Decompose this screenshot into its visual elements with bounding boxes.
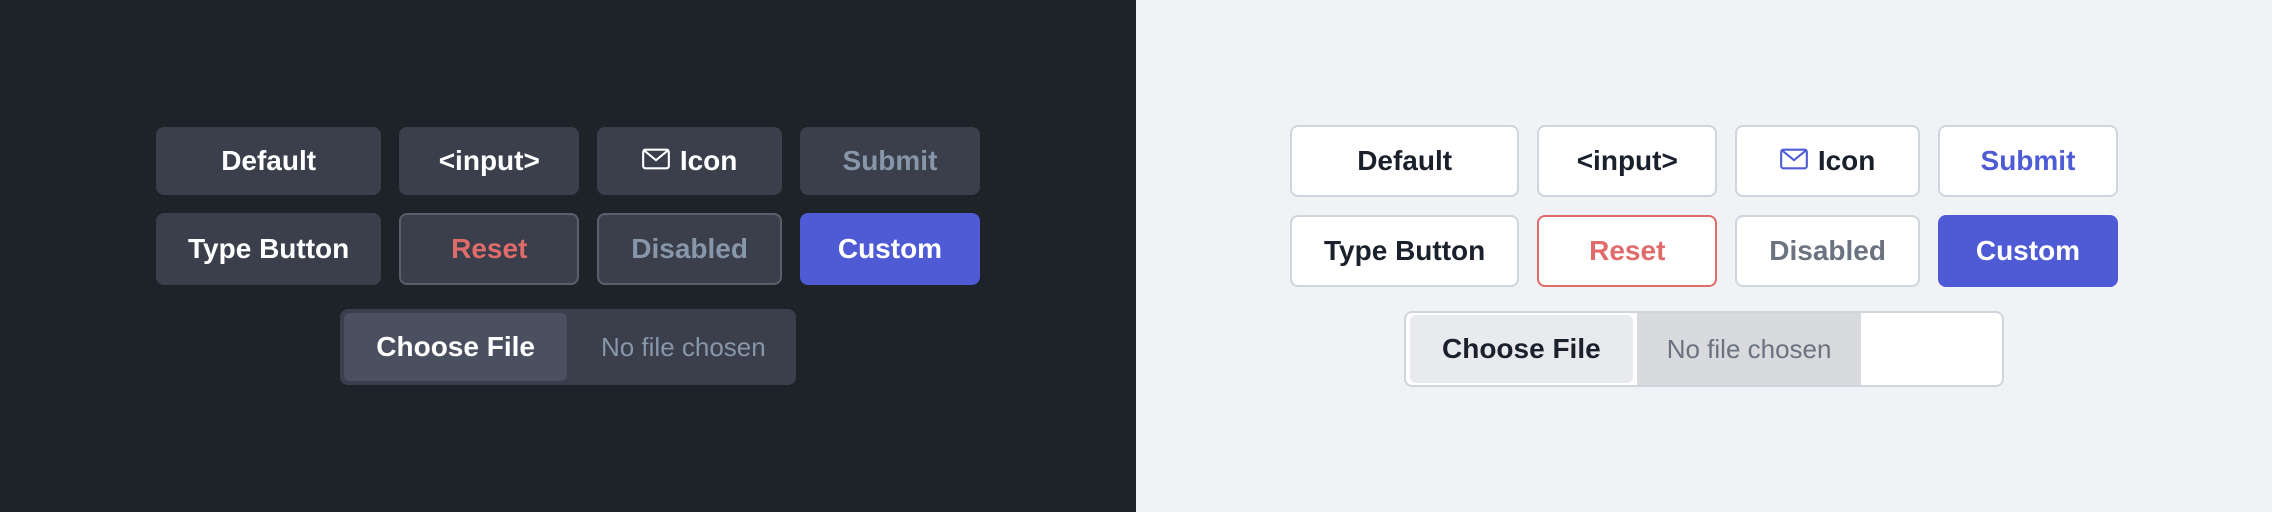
dark-choose-file-label: Choose File bbox=[376, 331, 535, 362]
light-no-file-text: No file chosen bbox=[1637, 313, 1862, 385]
light-default-button[interactable]: Default bbox=[1290, 125, 1519, 197]
dark-default-label: Default bbox=[221, 145, 316, 177]
dark-button-grid: Default <input> Icon Submit Type Button … bbox=[156, 127, 980, 285]
dark-no-file-text: No file chosen bbox=[571, 332, 796, 363]
dark-icon-button[interactable]: Icon bbox=[597, 127, 782, 195]
dark-custom-label: Custom bbox=[838, 233, 942, 265]
envelope-icon-light bbox=[1780, 145, 1808, 177]
dark-type-button-label: Type Button bbox=[188, 233, 349, 265]
light-disabled-label: Disabled bbox=[1769, 235, 1886, 267]
light-default-label: Default bbox=[1357, 145, 1452, 177]
light-reset-button[interactable]: Reset bbox=[1537, 215, 1717, 287]
dark-panel: Default <input> Icon Submit Type Button … bbox=[0, 0, 1136, 512]
dark-input-label: <input> bbox=[439, 145, 540, 177]
light-custom-button[interactable]: Custom bbox=[1938, 215, 2118, 287]
dark-default-button[interactable]: Default bbox=[156, 127, 381, 195]
light-choose-file-button[interactable]: Choose File bbox=[1410, 315, 1633, 383]
dark-choose-file-button[interactable]: Choose File bbox=[344, 313, 567, 381]
light-type-button-label: Type Button bbox=[1324, 235, 1485, 267]
dark-reset-label: Reset bbox=[451, 233, 527, 265]
light-icon-button[interactable]: Icon bbox=[1735, 125, 1920, 197]
light-input-button[interactable]: <input> bbox=[1537, 125, 1717, 197]
dark-disabled-label: Disabled bbox=[631, 233, 748, 265]
light-submit-label: Submit bbox=[1981, 145, 2076, 177]
light-disabled-button[interactable]: Disabled bbox=[1735, 215, 1920, 287]
dark-custom-button[interactable]: Custom bbox=[800, 213, 980, 285]
light-file-input: Choose File No file chosen bbox=[1404, 311, 2004, 387]
light-button-grid: Default <input> Icon Submit Type Button … bbox=[1290, 125, 2118, 287]
dark-disabled-button[interactable]: Disabled bbox=[597, 213, 782, 285]
light-icon-label: Icon bbox=[1818, 145, 1876, 177]
dark-submit-button[interactable]: Submit bbox=[800, 127, 980, 195]
light-type-button[interactable]: Type Button bbox=[1290, 215, 1519, 287]
dark-submit-label: Submit bbox=[843, 145, 938, 177]
light-choose-file-label: Choose File bbox=[1442, 333, 1601, 364]
dark-input-button[interactable]: <input> bbox=[399, 127, 579, 195]
light-submit-button[interactable]: Submit bbox=[1938, 125, 2118, 197]
light-custom-label: Custom bbox=[1976, 235, 2080, 267]
dark-file-input: Choose File No file chosen bbox=[340, 309, 795, 385]
light-reset-label: Reset bbox=[1589, 235, 1665, 267]
envelope-icon bbox=[642, 145, 670, 177]
light-input-label: <input> bbox=[1577, 145, 1678, 177]
dark-type-button[interactable]: Type Button bbox=[156, 213, 381, 285]
light-panel: Default <input> Icon Submit Type Button … bbox=[1136, 0, 2272, 512]
dark-icon-label: Icon bbox=[680, 145, 738, 177]
dark-reset-button[interactable]: Reset bbox=[399, 213, 579, 285]
